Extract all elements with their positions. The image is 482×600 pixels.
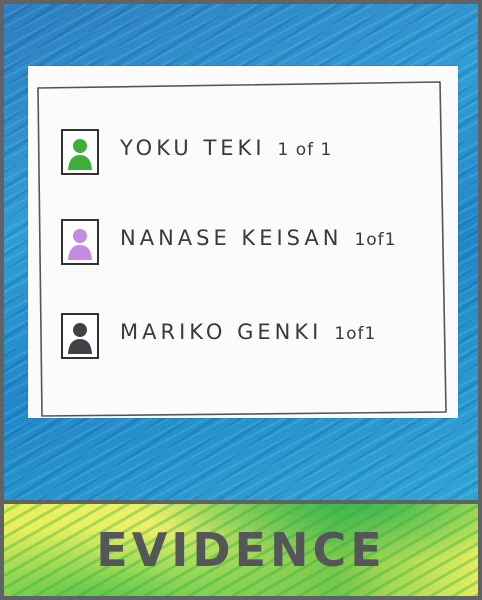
evidence-name: YOKU TEKI: [120, 136, 266, 160]
evidence-count: 1 of 1: [277, 140, 333, 160]
portrait-icon: [61, 129, 99, 175]
portrait-icon: [61, 219, 99, 265]
evidence-count: 1of1: [334, 324, 377, 344]
evidence-count: 1of1: [354, 230, 397, 250]
evidence-panel: YOKU TEKI 1 of 1 NANASE KEISAN 1of1 MARI…: [28, 66, 458, 418]
evidence-banner: EVIDENCE: [4, 504, 478, 596]
evidence-name: MARIKO GENKI: [120, 320, 323, 344]
evidence-item-mariko-genki[interactable]: MARIKO GENKI 1of1: [60, 312, 450, 364]
portrait-icon: [61, 313, 99, 359]
banner-title: EVIDENCE: [96, 523, 386, 577]
background-art: YOKU TEKI 1 of 1 NANASE KEISAN 1of1 MARI…: [4, 4, 478, 500]
frame: YOKU TEKI 1 of 1 NANASE KEISAN 1of1 MARI…: [0, 0, 482, 600]
evidence-item-yoku-teki[interactable]: YOKU TEKI 1 of 1: [60, 128, 450, 180]
evidence-name: NANASE KEISAN: [120, 226, 343, 250]
evidence-item-nanase-keisan[interactable]: NANASE KEISAN 1of1: [60, 218, 450, 270]
